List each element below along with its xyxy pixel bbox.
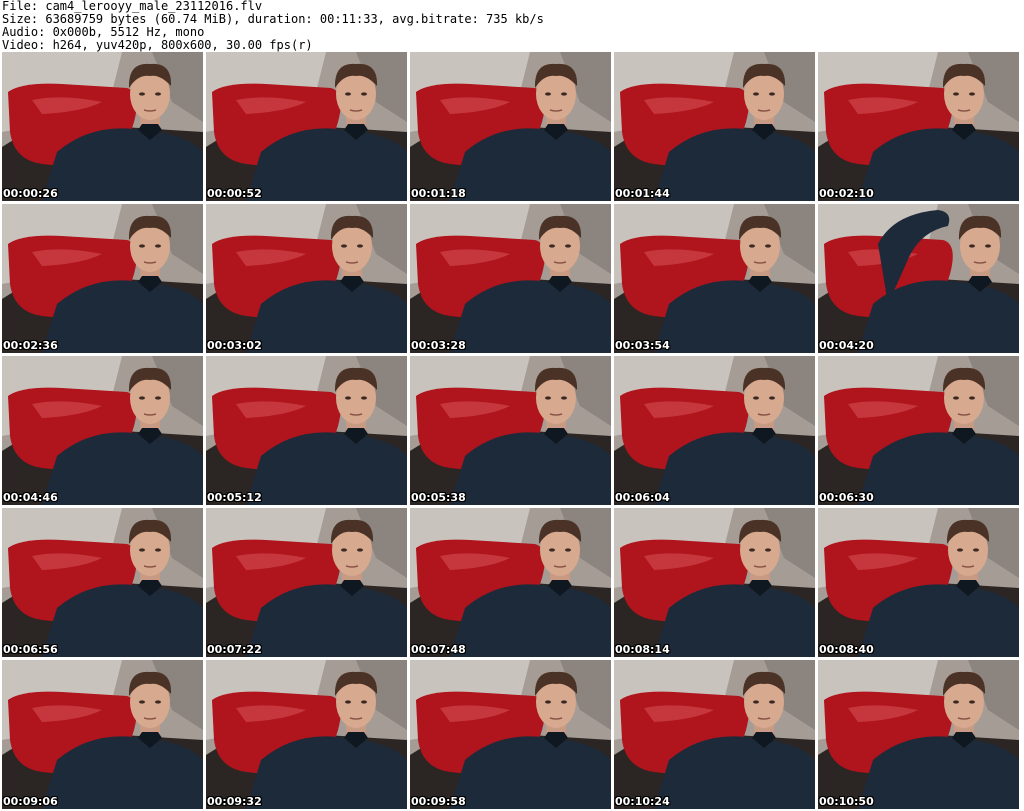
video-frame-image: [818, 52, 1019, 201]
video-thumbnail: 00:07:48: [410, 508, 611, 657]
thumbnail-timestamp: 00:09:06: [3, 795, 58, 808]
thumbnail-timestamp: 00:09:58: [411, 795, 466, 808]
video-thumbnail: 00:08:14: [614, 508, 815, 657]
video-thumbnail: 00:06:04: [614, 356, 815, 505]
video-thumbnail: 00:09:32: [206, 660, 407, 809]
video-thumbnail: 00:06:56: [2, 508, 203, 657]
video-frame-image: [410, 204, 611, 353]
video-thumbnail: 00:08:40: [818, 508, 1019, 657]
video-thumbnail: 00:00:52: [206, 52, 407, 201]
video-frame-image: [2, 660, 203, 809]
video-thumbnail: 00:06:30: [818, 356, 1019, 505]
video-frame-image: [614, 660, 815, 809]
video-frame-image: [818, 508, 1019, 657]
thumbnail-timestamp: 00:02:36: [3, 339, 58, 352]
video-thumbnail: 00:03:02: [206, 204, 407, 353]
thumbnail-timestamp: 00:03:54: [615, 339, 670, 352]
thumbnail-timestamp: 00:08:14: [615, 643, 670, 656]
video-frame-image: [818, 356, 1019, 505]
video-thumbnail: 00:02:36: [2, 204, 203, 353]
video-frame-image: [2, 204, 203, 353]
thumbnail-timestamp: 00:06:04: [615, 491, 670, 504]
video-thumbnail: 00:10:50: [818, 660, 1019, 809]
video-frame-image: [2, 52, 203, 201]
thumbnail-timestamp: 00:06:30: [819, 491, 874, 504]
video-frame-image: [206, 356, 407, 505]
thumbnail-timestamp: 00:03:28: [411, 339, 466, 352]
video-info-line: Video: h264, yuv420p, 800x600, 30.00 fps…: [2, 38, 313, 52]
thumbnail-timestamp: 00:06:56: [3, 643, 58, 656]
thumbnail-timestamp: 00:00:26: [3, 187, 58, 200]
video-thumbnail: 00:04:46: [2, 356, 203, 505]
thumbnail-timestamp: 00:07:48: [411, 643, 466, 656]
thumbnail-timestamp: 00:09:32: [207, 795, 262, 808]
video-frame-image: [818, 204, 1019, 353]
video-frame-image: [206, 508, 407, 657]
thumbnail-grid: 00:00:26 00:00:52 00:01:18 00:01:44 00:02:10…: [2, 52, 1022, 809]
thumbnail-timestamp: 00:10:50: [819, 795, 874, 808]
thumbnail-timestamp: 00:05:12: [207, 491, 262, 504]
thumbnail-timestamp: 00:04:46: [3, 491, 58, 504]
video-frame-image: [410, 660, 611, 809]
video-frame-image: [410, 356, 611, 505]
thumbnail-timestamp: 00:08:40: [819, 643, 874, 656]
thumbnail-timestamp: 00:07:22: [207, 643, 262, 656]
video-frame-image: [614, 204, 815, 353]
video-thumbnail: 00:05:38: [410, 356, 611, 505]
thumbnail-timestamp: 00:02:10: [819, 187, 874, 200]
video-frame-image: [2, 356, 203, 505]
video-thumbnail: 00:04:20: [818, 204, 1019, 353]
video-frame-image: [2, 508, 203, 657]
video-thumbnail: 00:10:24: [614, 660, 815, 809]
thumbnail-timestamp: 00:01:44: [615, 187, 670, 200]
thumbnail-timestamp: 00:01:18: [411, 187, 466, 200]
thumbnail-timestamp: 00:05:38: [411, 491, 466, 504]
video-thumbnail: 00:09:06: [2, 660, 203, 809]
video-frame-image: [614, 52, 815, 201]
video-frame-image: [614, 356, 815, 505]
video-frame-image: [614, 508, 815, 657]
video-frame-image: [410, 508, 611, 657]
video-frame-image: [206, 52, 407, 201]
video-thumbnail: 00:01:44: [614, 52, 815, 201]
video-thumbnail: 00:03:54: [614, 204, 815, 353]
thumbnail-timestamp: 00:10:24: [615, 795, 670, 808]
video-thumbnail: 00:05:12: [206, 356, 407, 505]
video-frame-image: [818, 660, 1019, 809]
video-thumbnail: 00:03:28: [410, 204, 611, 353]
video-thumbnail: 00:02:10: [818, 52, 1019, 201]
video-thumbnail: 00:00:26: [2, 52, 203, 201]
video-thumbnail: 00:01:18: [410, 52, 611, 201]
thumbnail-timestamp: 00:00:52: [207, 187, 262, 200]
thumbnail-timestamp: 00:04:20: [819, 339, 874, 352]
video-thumbnail: 00:07:22: [206, 508, 407, 657]
video-frame-image: [410, 52, 611, 201]
video-frame-image: [206, 660, 407, 809]
thumbnail-timestamp: 00:03:02: [207, 339, 262, 352]
file-info-header: File: cam4_lerooyy_male_23112016.flv Siz…: [2, 0, 1022, 52]
video-thumbnail: 00:09:58: [410, 660, 611, 809]
video-frame-image: [206, 204, 407, 353]
